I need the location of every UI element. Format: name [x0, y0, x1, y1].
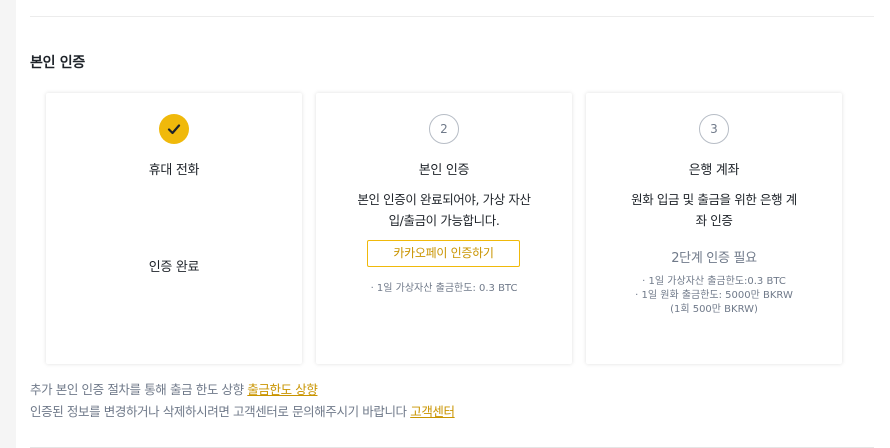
card-phone: 휴대 전화 인증 완료	[46, 93, 302, 364]
limit-line: (1회 500만 BKRW)	[670, 304, 758, 315]
customer-center-link[interactable]: 고객센터	[410, 404, 455, 419]
withdrawal-limits: · 1일 가상자산 출금한도: 0.3 BTC	[316, 282, 572, 296]
card-description: 본인 인증이 완료되어야, 가상 자산 입/출금이 가능합니다.	[357, 192, 531, 228]
status-text: 인증 완료	[148, 260, 200, 275]
footer-support-note: 인증된 정보를 변경하거나 삭제하시려면 고객센터로 문의해주시기 바랍니다 고…	[30, 401, 455, 420]
section-title: 본인 인증	[30, 55, 85, 71]
footer-limit-note: 추가 본인 인증 절차를 통해 출금 한도 상향 출금한도 상향	[30, 379, 318, 398]
step-number-badge: 2	[429, 114, 459, 144]
card-title: 휴대 전화	[148, 163, 200, 178]
card-identity: 2 본인 인증 본인 인증이 완료되어야, 가상 자산 입/출금이 가능합니다.…	[316, 93, 572, 364]
limit-line: · 1일 가상자산 출금한도:0.3 BTC	[642, 276, 786, 287]
card-description: 원화 입금 및 출금을 위한 은행 계좌 인증	[631, 192, 797, 228]
card-title: 본인 인증	[418, 163, 470, 178]
withdrawal-limits: · 1일 가상자산 출금한도:0.3 BTC · 1일 원화 출금한도: 500…	[586, 275, 842, 317]
status-text: 2단계 인증 필요	[671, 251, 757, 266]
kakaopay-verify-button[interactable]: 카카오페이 인증하기	[367, 240, 520, 267]
top-divider	[30, 16, 874, 17]
raise-limit-link[interactable]: 출금한도 상향	[247, 382, 318, 397]
limit-line: · 1일 원화 출금한도: 5000만 BKRW	[635, 290, 793, 301]
step-number-badge: 3	[699, 114, 729, 144]
limit-line: · 1일 가상자산 출금한도: 0.3 BTC	[370, 283, 518, 294]
checkmark-icon	[167, 124, 181, 135]
card-title: 은행 계좌	[688, 163, 740, 178]
footer-text: 추가 본인 인증 절차를 통해 출금 한도 상향	[30, 382, 248, 397]
step-complete-badge	[159, 114, 189, 144]
footer-text: 인증된 정보를 변경하거나 삭제하시려면 고객센터로 문의해주시기 바랍니다	[30, 404, 411, 419]
card-bank-account: 3 은행 계좌 원화 입금 및 출금을 위한 은행 계좌 인증 2단계 인증 필…	[586, 93, 842, 364]
